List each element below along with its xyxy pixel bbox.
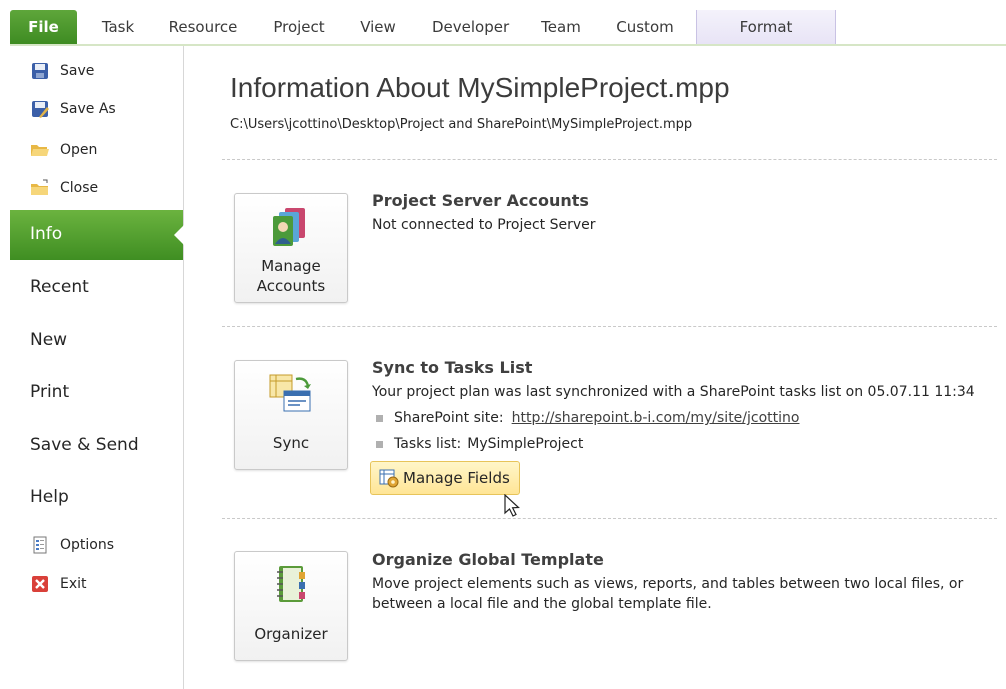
tasks-list-value: MySimpleProject bbox=[467, 436, 584, 452]
nav-open-label: Open bbox=[60, 142, 98, 158]
bullet-icon bbox=[376, 414, 383, 422]
accounts-icon bbox=[269, 206, 311, 248]
sync-button[interactable]: Sync bbox=[234, 360, 348, 470]
tab-resource[interactable]: Resource bbox=[168, 12, 238, 42]
organizer-binder-icon bbox=[273, 564, 309, 606]
sharepoint-site-link[interactable]: http://sharepoint.b-i.com/my/site/jcotti… bbox=[512, 410, 800, 426]
manage-accounts-label-2: Accounts bbox=[256, 277, 326, 295]
section-divider bbox=[222, 326, 997, 327]
tab-format[interactable]: Format bbox=[696, 10, 836, 44]
tab-file[interactable]: File bbox=[10, 10, 77, 46]
sync-title: Sync to Tasks List bbox=[372, 358, 533, 377]
close-folder-icon bbox=[30, 178, 50, 198]
manage-fields-label: Manage Fields bbox=[403, 469, 510, 487]
manage-fields-button[interactable]: Manage Fields bbox=[370, 461, 520, 495]
save-as-icon bbox=[30, 99, 50, 119]
manage-fields-icon bbox=[379, 468, 399, 488]
nav-print[interactable]: Print bbox=[30, 382, 69, 402]
organizer-description-2: between a local file and the global temp… bbox=[372, 596, 712, 612]
manage-accounts-button[interactable]: Manage Accounts bbox=[234, 193, 348, 303]
open-folder-icon bbox=[30, 140, 50, 160]
mouse-pointer-icon bbox=[504, 493, 522, 518]
accounts-status: Not connected to Project Server bbox=[372, 217, 596, 233]
sync-label: Sync bbox=[272, 434, 310, 452]
nav-close[interactable]: Close bbox=[30, 176, 98, 200]
tab-task[interactable]: Task bbox=[100, 12, 136, 42]
nav-info-label: Info bbox=[30, 224, 63, 244]
exit-icon bbox=[30, 574, 50, 594]
tab-custom[interactable]: Custom bbox=[616, 12, 674, 42]
save-icon bbox=[30, 61, 50, 81]
sync-icon bbox=[268, 371, 314, 415]
tasks-list-row: Tasks list: MySimpleProject bbox=[376, 436, 583, 452]
file-path: C:\Users\jcottino\Desktop\Project and Sh… bbox=[230, 117, 693, 132]
tasks-list-label: Tasks list: bbox=[394, 436, 462, 452]
nav-open[interactable]: Open bbox=[30, 138, 97, 162]
sync-status: Your project plan was last synchronized … bbox=[372, 384, 975, 400]
nav-options-label: Options bbox=[60, 537, 115, 553]
nav-save-send[interactable]: Save & Send bbox=[30, 435, 139, 455]
options-icon bbox=[30, 535, 50, 555]
nav-info-pointer bbox=[174, 225, 184, 245]
nav-save-as[interactable]: Save As bbox=[30, 97, 116, 121]
nav-close-label: Close bbox=[60, 180, 99, 196]
sharepoint-site-label: SharePoint site: bbox=[394, 410, 504, 426]
tab-view[interactable]: View bbox=[360, 12, 396, 42]
section-divider bbox=[222, 518, 997, 519]
tab-team[interactable]: Team bbox=[540, 12, 582, 42]
backstage-nav: Save Save As Open Close Info Recent New … bbox=[10, 46, 184, 689]
organizer-description-1: Move project elements such as views, rep… bbox=[372, 576, 964, 592]
ribbon-tab-bar: File Task Resource Project View Develope… bbox=[0, 0, 1006, 46]
nav-save-label: Save bbox=[60, 63, 95, 79]
nav-exit[interactable]: Exit bbox=[30, 572, 87, 596]
nav-save[interactable]: Save bbox=[30, 59, 94, 83]
page-title: Information About MySimpleProject.mpp bbox=[230, 72, 730, 103]
nav-new[interactable]: New bbox=[30, 330, 67, 350]
nav-info[interactable]: Info bbox=[10, 210, 184, 260]
nav-exit-label: Exit bbox=[60, 576, 87, 592]
section-divider bbox=[222, 159, 997, 160]
nav-options[interactable]: Options bbox=[30, 533, 114, 557]
organizer-title: Organize Global Template bbox=[372, 550, 604, 569]
tab-developer[interactable]: Developer bbox=[432, 12, 509, 42]
tab-project[interactable]: Project bbox=[272, 12, 326, 42]
bullet-icon bbox=[376, 440, 383, 448]
nav-recent[interactable]: Recent bbox=[30, 277, 89, 297]
accounts-title: Project Server Accounts bbox=[372, 191, 589, 210]
sharepoint-site-row: SharePoint site: http://sharepoint.b-i.c… bbox=[376, 410, 799, 426]
nav-save-as-label: Save As bbox=[60, 101, 116, 117]
organizer-label: Organizer bbox=[254, 625, 328, 643]
manage-accounts-label-1: Manage bbox=[261, 257, 321, 275]
organizer-button[interactable]: Organizer bbox=[234, 551, 348, 661]
nav-help[interactable]: Help bbox=[30, 487, 69, 507]
